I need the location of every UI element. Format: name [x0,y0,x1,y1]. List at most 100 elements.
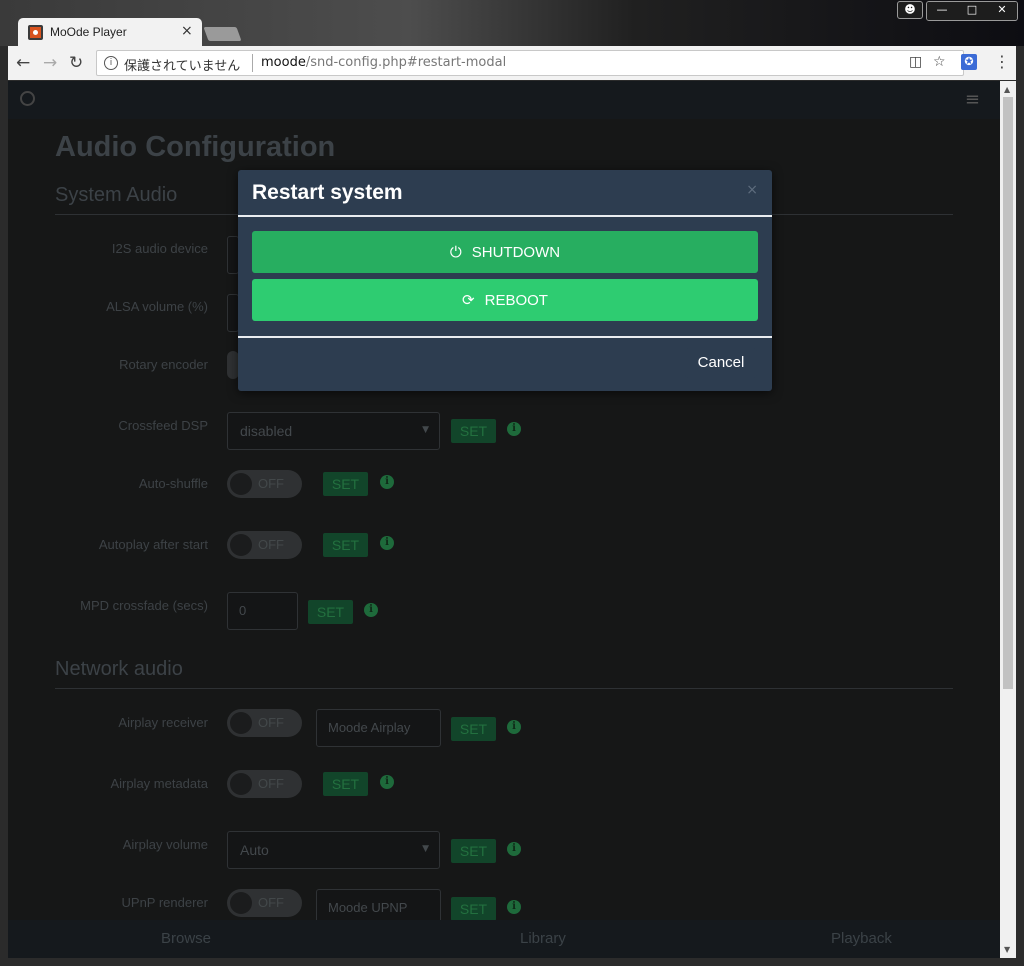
power-icon: ⏻ [449,243,462,261]
airplay-receiver-set-button[interactable]: SET [451,717,496,741]
refresh-icon: ⟳ [462,291,475,309]
airplay-volume-set-button[interactable]: SET [451,839,496,863]
upnp-renderer-toggle[interactable]: OFF [227,889,302,917]
profile-icon[interactable]: ☻ [897,1,923,19]
browser-toolbar: ← → ↻ i 保護されていません moode/snd-config.php#r… [8,46,1016,80]
maximize-icon[interactable]: □ [957,2,987,20]
new-tab-button[interactable] [203,27,242,41]
section-title-network-audio: Network audio [55,658,183,680]
airplay-name-value: Moode Airplay [328,720,411,735]
crossfeed-dsp-value: disabled [240,423,293,439]
crossfeed-info-icon[interactable]: i [507,422,521,436]
app-header: ≡ [8,81,1000,119]
auto-shuffle-info-icon[interactable]: i [380,475,394,489]
toggle-state: OFF [258,776,284,791]
airplay-receiver-info-icon[interactable]: i [507,720,521,734]
browser-window: MoOde Player × ☻ — □ ✕ ← → ↻ i 保護されていません… [0,0,1024,966]
hamburger-menu-icon[interactable]: ≡ [965,89,980,110]
airplay-volume-select[interactable]: Auto ▼ [227,831,440,869]
title-bar: MoOde Player × ☻ — □ ✕ [0,0,1024,47]
page-title: Audio Configuration [55,131,336,163]
cancel-button[interactable]: Cancel [685,348,757,378]
browser-tab[interactable]: MoOde Player × [18,18,202,47]
toggle-knob [230,473,252,495]
airplay-metadata-toggle[interactable]: OFF [227,770,302,798]
close-icon[interactable]: × [746,182,758,198]
mpd-crossfade-value: 0 [239,603,247,618]
footer-browse[interactable]: Browse [161,930,211,947]
modal-header-divider [238,215,772,217]
crossfeed-set-button[interactable]: SET [451,419,496,443]
close-window-icon[interactable]: ✕ [987,2,1017,20]
back-arrow-icon[interactable]: ← [16,53,30,73]
moode-favicon-icon [28,25,43,40]
label-crossfeed-dsp: Crossfeed DSP [118,418,208,433]
label-mpd-crossfade: MPD crossfade (secs) [80,598,208,613]
upnp-name-value: Moode UPNP [328,900,408,915]
address-bar[interactable]: i 保護されていません moode/snd-config.php#restart… [96,50,964,76]
footer-nav: Browse Library Playback [8,920,1000,958]
translate-icon[interactable]: ◫ [909,54,922,70]
security-status: 保護されていません [124,59,241,74]
shutdown-button[interactable]: ⏻ SHUTDOWN [252,231,758,273]
auto-shuffle-toggle[interactable]: OFF [227,470,302,498]
label-airplay-volume: Airplay volume [122,837,208,852]
toggle-knob [230,773,252,795]
label-airplay-metadata: Airplay metadata [110,776,208,791]
reboot-label: REBOOT [484,292,548,309]
power-status-icon[interactable] [20,91,35,106]
autoplay-set-button[interactable]: SET [323,533,368,557]
window-controls: ☻ — □ ✕ [897,1,1018,21]
auto-shuffle-set-button[interactable]: SET [323,472,368,496]
airplay-name-input[interactable]: Moode Airplay [316,709,441,747]
toggle-state: OFF [258,537,284,552]
label-rotary-encoder: Rotary encoder [119,357,208,372]
label-i2s-device: I2S audio device [111,241,208,256]
crossfeed-dsp-select[interactable]: disabled ▼ [227,412,440,450]
toggle-knob [230,712,252,734]
bookmark-star-icon[interactable]: ☆ [933,54,946,70]
toggle-knob [230,534,252,556]
upnp-info-icon[interactable]: i [507,900,521,914]
url-divider [252,54,253,72]
label-auto-shuffle: Auto-shuffle [138,476,208,491]
crossfade-info-icon[interactable]: i [364,603,378,617]
chevron-down-icon: ▼ [422,844,429,854]
scroll-up-icon[interactable]: ▲ [1004,85,1010,94]
extension-icon[interactable]: ✪ [961,54,977,70]
airplay-receiver-toggle[interactable]: OFF [227,709,302,737]
url-text: moode/snd-config.php#restart-modal [261,55,506,70]
scroll-thumb[interactable] [1003,97,1013,689]
scroll-down-icon[interactable]: ▼ [1004,945,1010,954]
tab-title: MoOde Player [50,25,127,39]
airplay-metadata-info-icon[interactable]: i [380,775,394,789]
chevron-down-icon: ▼ [422,425,429,435]
section-title-system-audio: System Audio [55,184,178,206]
autoplay-toggle[interactable]: OFF [227,531,302,559]
tab-close-icon[interactable]: × [181,23,193,39]
page-scrollbar[interactable]: ▲ ▼ [1000,81,1016,958]
airplay-volume-value: Auto [240,842,269,858]
browser-menu-icon[interactable]: ⋮ [994,52,1010,71]
restart-modal: Restart system × ⏻ SHUTDOWN ⟳ REBOOT Cance… [238,170,772,391]
mpd-crossfade-input[interactable]: 0 [227,592,298,630]
label-airplay-receiver: Airplay receiver [118,715,208,730]
reload-icon[interactable]: ↻ [69,53,83,73]
shutdown-label: SHUTDOWN [471,244,561,261]
upnp-set-button[interactable]: SET [451,897,496,921]
footer-playback[interactable]: Playback [831,930,892,947]
autoplay-info-icon[interactable]: i [380,536,394,550]
label-upnp-renderer: UPnP renderer [121,895,208,910]
label-alsa-volume: ALSA volume (%) [106,299,208,314]
minimize-icon[interactable]: — [927,2,957,20]
footer-library[interactable]: Library [520,930,566,947]
toggle-state: OFF [258,715,284,730]
url-host: moode [261,55,306,70]
crossfade-set-button[interactable]: SET [308,600,353,624]
toggle-state: OFF [258,895,284,910]
forward-arrow-icon[interactable]: → [43,53,57,73]
airplay-volume-info-icon[interactable]: i [507,842,521,856]
info-icon[interactable]: i [104,56,118,70]
airplay-metadata-set-button[interactable]: SET [323,772,368,796]
reboot-button[interactable]: ⟳ REBOOT [252,279,758,321]
